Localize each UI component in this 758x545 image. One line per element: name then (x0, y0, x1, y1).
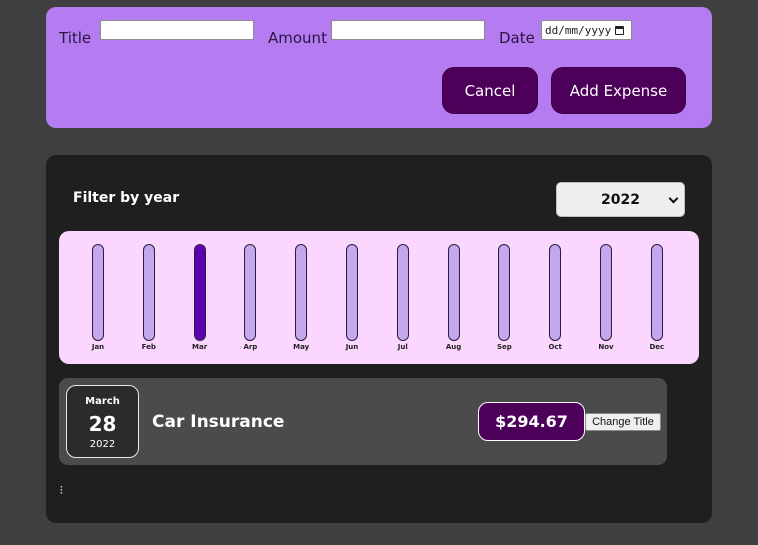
chart-bar-track (447, 244, 460, 341)
chart-bar-nov: Nov (591, 244, 621, 356)
expense-date-day: 28 (88, 412, 117, 436)
chart-bar-track (600, 244, 612, 341)
chart-bar-track (650, 244, 663, 341)
chart-bar-label: Aug (445, 343, 462, 351)
chart-bar-feb: Feb (134, 244, 164, 356)
chart-bar-label: Feb (141, 343, 156, 351)
date-placeholder: dd/mm/yyyy (545, 23, 612, 37)
chart-bar-label: Dec (649, 343, 665, 351)
chart-bar-dec: Dec (642, 244, 672, 356)
calendar-icon[interactable] (615, 25, 625, 35)
year-select[interactable]: 2022 (556, 182, 685, 217)
cancel-button[interactable]: Cancel (442, 67, 538, 114)
chart-bar-track (193, 244, 206, 341)
expense-date-year: 2022 (89, 439, 116, 450)
chart-bar-track (346, 244, 358, 341)
chart-bar-jan: Jan (83, 244, 113, 356)
amount-input[interactable] (331, 20, 485, 40)
chart-bar-aug: Aug (439, 244, 469, 356)
chart-bar-track (244, 244, 257, 341)
year-select-value: 2022 (601, 191, 640, 208)
date-input[interactable]: dd/mm/yyyy (541, 20, 632, 40)
chart-bar-jul: Jul (388, 244, 418, 356)
chart-bar-track (92, 244, 104, 341)
chart-bar-label: Jan (91, 343, 105, 351)
expense-amount: $294.67 (478, 402, 585, 441)
chart-bar-fill (194, 245, 205, 340)
chart-bar-arp: Arp (235, 244, 265, 356)
chart-bar-label: Sep (496, 343, 512, 351)
title-input[interactable] (100, 20, 254, 40)
chart-bar-mar: Mar (185, 244, 215, 356)
chart-bar-track (498, 244, 511, 341)
amount-label: Amount (268, 29, 327, 47)
change-title-button[interactable]: Change Title (585, 413, 661, 431)
chart-bar-track (295, 244, 308, 341)
expense-date: March 28 2022 (66, 385, 139, 458)
chart-bar-label: Jul (397, 343, 408, 351)
chart-bar-track (142, 244, 155, 341)
chart-bar-track (396, 244, 409, 341)
chart-bar-jun: Jun (337, 244, 367, 356)
chart-bar-oct: Oct (540, 244, 570, 356)
expense-title: Car Insurance (152, 412, 285, 432)
chart-bar-label: Oct (548, 343, 562, 351)
filter-label: Filter by year (73, 190, 180, 206)
chart-bar-sep: Sep (489, 244, 519, 356)
expense-date-month: March (85, 396, 120, 407)
chart-bar-label: Nov (598, 343, 614, 351)
chart-bar-label: Jun (345, 343, 359, 351)
new-expense-form: Title Amount Date dd/mm/yyyy Cancel Add … (46, 7, 712, 128)
chart-bar-label: Arp (243, 343, 258, 351)
chart-bar-label: Mar (192, 343, 208, 351)
chart-bar-may: May (286, 244, 316, 356)
chart-bar-track (549, 244, 562, 341)
title-label: Title (59, 29, 92, 47)
expense-item: March 28 2022 Car Insurance $294.67 Chan… (59, 378, 667, 465)
expenses-card: Filter by year 2022 Jan Feb Mar Arp May Jun Ju… (46, 155, 712, 523)
chart-bar-label: May (293, 343, 310, 351)
date-label: Date (499, 29, 535, 47)
more-icon: · · · (60, 482, 64, 499)
expenses-chart: Jan Feb Mar Arp May Jun Jul Aug Sep Oct Nov Dec (59, 231, 699, 364)
chevron-down-icon (668, 193, 679, 204)
add-expense-button[interactable]: Add Expense (551, 67, 686, 114)
